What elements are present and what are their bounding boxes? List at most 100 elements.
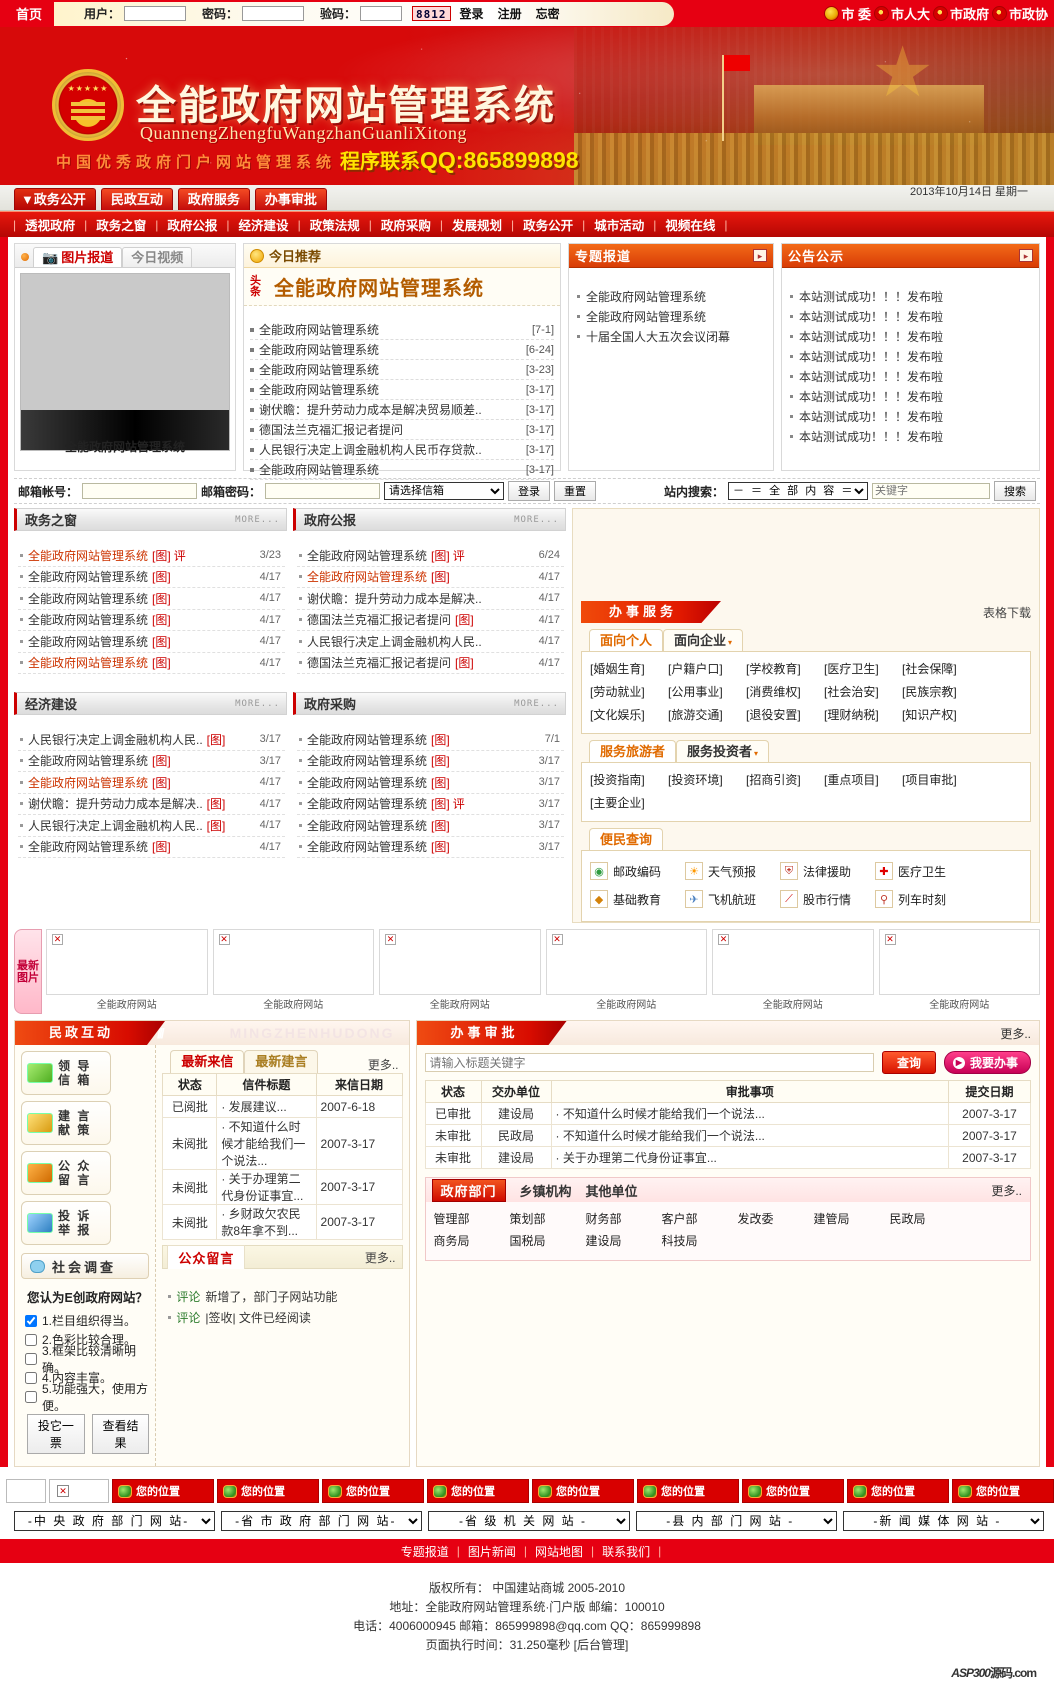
list-item[interactable]: 本站测试成功！！！发布啦 xyxy=(790,386,1031,406)
quick-link-postcode[interactable]: ◉ 邮政编码 xyxy=(590,857,685,885)
quick-link-train[interactable]: ⚲ 列车时刻 xyxy=(875,885,970,913)
list-item[interactable]: 本站测试成功！！！发布啦 xyxy=(790,366,1031,386)
more-link[interactable]: MORE... xyxy=(514,699,559,709)
survey-checkbox[interactable] xyxy=(25,1352,37,1365)
photo-item[interactable]: ✕ 全能政府网站 xyxy=(878,929,1040,1014)
tag-zhishichanquan[interactable]: [知识产权] xyxy=(902,704,980,727)
list-item[interactable]: 全能政府网站管理系统 [图] 7/1 xyxy=(297,729,564,751)
list-item[interactable]: 全能政府网站管理系统 [图] 3/17 xyxy=(297,751,564,772)
list-item[interactable]: 谢伏瞻：提升劳动力成本是解决贸易顺差.. [3-17] xyxy=(250,400,554,420)
tab-gov-departments[interactable]: 政府部门 xyxy=(431,1178,506,1202)
quick-link-legal-aid[interactable]: ⛨ 法律援助 xyxy=(780,857,875,885)
link-button[interactable]: 您的位置 xyxy=(322,1479,424,1503)
list-item[interactable]: 评论 |签收| 文件已经阅读 xyxy=(168,1307,396,1328)
approval-more-link[interactable]: 更多.. xyxy=(1000,1025,1031,1042)
list-item[interactable]: 全能政府网站管理系统 [6-24] xyxy=(250,340,554,360)
tag-laodongjiuye[interactable]: [劳动就业] xyxy=(590,681,668,704)
list-item[interactable]: 全能政府网站管理系统 [图] 4/17 xyxy=(18,772,285,794)
list-item[interactable]: 本站测试成功！！！发布啦 xyxy=(790,306,1031,326)
survey-option[interactable]: 5.功能强大，使用方便。 xyxy=(21,1382,149,1413)
dept-kejiju[interactable]: 科技局 xyxy=(662,1230,738,1252)
table-row[interactable]: 未阅批 · 关于办理第二代身份证事宜... 2007-3-17 xyxy=(162,1169,403,1205)
asp300-logo[interactable]: ASP300源码.com xyxy=(951,1664,1037,1683)
list-item[interactable]: 本站测试成功！！！发布啦 xyxy=(790,326,1031,346)
list-item[interactable]: 人民银行决定上调金融机构人民.. [图] 4/17 xyxy=(18,815,285,837)
complaint-button[interactable]: 投 诉举 报 xyxy=(21,1201,111,1245)
list-item[interactable]: 谢伏瞻：提升劳动力成本是解决.. 4/17 xyxy=(297,588,564,610)
search-input[interactable] xyxy=(872,483,990,499)
table-row[interactable]: 已阅批 · 发展建议... 2007-6-18 xyxy=(162,1095,403,1118)
list-item[interactable]: 德国法兰克福汇报记者提问 [图] 4/17 xyxy=(297,610,564,631)
tag-licainashui[interactable]: [理财纳税] xyxy=(824,704,902,727)
login-button[interactable]: 登录 xyxy=(455,5,489,22)
tag-hujihukou[interactable]: [户籍户口] xyxy=(668,658,746,681)
tag-hunyinshengyu[interactable]: [婚姻生育] xyxy=(590,658,668,681)
photo-item[interactable]: ✕ 全能政府网站 xyxy=(212,929,374,1014)
link-button[interactable]: 您的位置 xyxy=(112,1479,214,1503)
tab-for-investor[interactable]: 服务投资者 ▾ xyxy=(676,740,770,762)
gov-link-shirenda[interactable]: 市人大 xyxy=(873,4,930,23)
more-icon[interactable]: ▸ xyxy=(1019,249,1034,262)
more-link[interactable]: MORE... xyxy=(235,699,280,709)
subnav-jingjijianshe[interactable]: 经济建设 xyxy=(231,215,297,234)
dept-fagaiwei[interactable]: 发改委 xyxy=(738,1208,814,1230)
select-provincial-org-sites[interactable]: -省 级 机 关 网 站 - xyxy=(428,1511,630,1531)
list-item[interactable]: 人民银行决定上调金融机构人民.. [图] 3/17 xyxy=(18,729,285,751)
vcode-input[interactable] xyxy=(360,6,403,21)
list-item[interactable]: 全能政府网站管理系统 [图] 4/17 xyxy=(18,837,285,858)
list-item[interactable]: 全能政府网站管理系统 [3-23] xyxy=(250,360,554,380)
tag-zhongdianxiangmu[interactable]: [重点项目] xyxy=(824,769,902,792)
subnav-chengshihuodong[interactable]: 城市活动 xyxy=(586,215,652,234)
tag-yiliaoweisheng[interactable]: [医疗卫生] xyxy=(824,658,902,681)
tag-zhaoshangyinzi[interactable]: [招商引资] xyxy=(746,769,824,792)
more-icon[interactable]: ▸ xyxy=(753,249,768,262)
list-item[interactable]: 全能政府网站管理系统 [图] 4/17 xyxy=(18,610,285,631)
username-input[interactable] xyxy=(124,6,187,21)
tag-touzizhinan[interactable]: [投资指南] xyxy=(590,769,668,792)
view-result-button[interactable]: 查看结果 xyxy=(91,1414,150,1454)
suggestion-button[interactable]: 建 言献 策 xyxy=(21,1101,111,1145)
link-button[interactable]: 您的位置 xyxy=(952,1479,1054,1503)
headline-row[interactable]: 头条 全能政府网站管理系统 xyxy=(244,268,560,306)
vote-button[interactable]: 投它一票 xyxy=(27,1414,85,1454)
departments-more-link[interactable]: 更多.. xyxy=(991,1182,1022,1199)
link-button[interactable]: 您的位置 xyxy=(847,1479,949,1503)
link-button[interactable]: 您的位置 xyxy=(637,1479,739,1503)
tab-for-enterprise[interactable]: 面向企业 ▾ xyxy=(663,629,744,651)
list-item[interactable]: 全能政府网站管理系统 xyxy=(577,286,765,306)
photo-thumb[interactable]: ✕ xyxy=(878,929,1040,995)
dept-cehuabu[interactable]: 策划部 xyxy=(510,1208,586,1230)
photo-thumb[interactable]: ✕ xyxy=(46,929,208,995)
more-link[interactable]: MORE... xyxy=(235,515,280,525)
letters-more-link[interactable]: 更多.. xyxy=(368,1056,403,1073)
subnav-zhengfugongbao[interactable]: 政府公报 xyxy=(159,215,225,234)
gov-link-shiwei[interactable]: 市 委 xyxy=(824,4,871,23)
photo-thumb[interactable]: ✕ xyxy=(712,929,874,995)
mailbox-select[interactable]: 请选择信箱 xyxy=(384,482,505,500)
photo-item[interactable]: ✕ 全能政府网站 xyxy=(46,929,208,1014)
quick-link-weather[interactable]: ☀ 天气预报 xyxy=(685,857,780,885)
tag-minzuzongjiao[interactable]: [民族宗教] xyxy=(902,681,980,704)
select-central-gov-sites[interactable]: -中 央 政 府 部 门 网 站- xyxy=(14,1511,216,1531)
select-county-dept-sites[interactable]: -县 内 部 门 网 站 - xyxy=(635,1511,837,1531)
photo-thumb[interactable]: ✕ xyxy=(379,929,541,995)
approval-search-input[interactable] xyxy=(424,1053,874,1072)
subnav-toushizhengfu[interactable]: 透视政府 xyxy=(17,215,83,234)
table-row[interactable]: 未阅批 · 不知道什么时候才能给我们一个说法... 2007-3-17 xyxy=(162,1117,403,1170)
list-item[interactable]: 全能政府网站管理系统 [图] 3/17 xyxy=(18,751,285,772)
dept-guanlibu[interactable]: 管理部 xyxy=(434,1208,510,1230)
list-item[interactable]: 全能政府网站管理系统 [图] 4/17 xyxy=(18,567,285,588)
survey-checkbox[interactable] xyxy=(25,1333,37,1346)
dept-guoshuiju[interactable]: 国税局 xyxy=(510,1230,586,1252)
tag-gongyongshiye[interactable]: [公用事业] xyxy=(668,681,746,704)
mail-login-button[interactable]: 登录 xyxy=(508,481,551,501)
quick-link-stock[interactable]: ⟋ 股市行情 xyxy=(780,885,875,913)
tab-other-units[interactable]: 其他单位 xyxy=(586,1181,638,1200)
dept-jianguanju[interactable]: 建管局 xyxy=(814,1208,890,1230)
forgot-password-button[interactable]: 忘密 xyxy=(531,5,565,22)
guestbook-more-link[interactable]: 更多.. xyxy=(365,1249,402,1266)
list-item[interactable]: 本站测试成功！！！发布啦 xyxy=(790,346,1031,366)
tag-shehuibaozhang[interactable]: [社会保障] xyxy=(902,658,980,681)
link-button[interactable]: 您的位置 xyxy=(427,1479,529,1503)
table-row[interactable]: 未审批 民政局 · 不知道什么时候才能给我们一个说法... 2007-3-17 xyxy=(424,1124,1031,1147)
